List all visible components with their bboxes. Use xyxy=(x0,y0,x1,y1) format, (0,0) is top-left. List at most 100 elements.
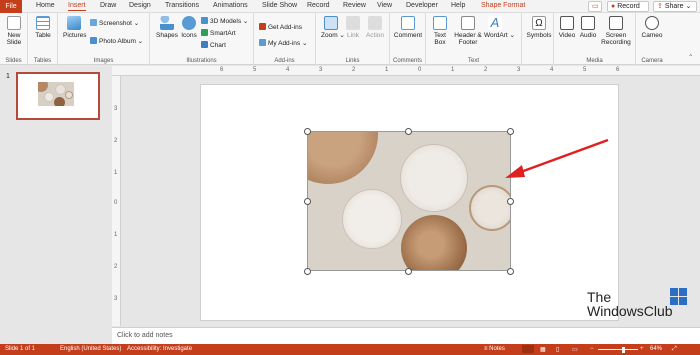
plates-picture[interactable] xyxy=(307,131,511,271)
resize-handle-ne[interactable] xyxy=(507,128,514,135)
group-label-images: Images xyxy=(93,58,114,64)
notes-toggle[interactable]: ≡ Notes xyxy=(484,346,505,352)
chart-button[interactable]: Chart xyxy=(201,41,226,49)
tab-transitions[interactable]: Transitions xyxy=(165,2,199,9)
record-label: Record xyxy=(617,3,640,10)
accessibility-status[interactable]: Accessibility: Investigate xyxy=(127,346,192,352)
link-button[interactable]: Link xyxy=(345,16,361,39)
comments-button[interactable]: ▭ xyxy=(588,1,602,12)
link-icon xyxy=(346,16,360,30)
tab-design[interactable]: Design xyxy=(129,2,151,9)
group-media: Video Audio Screen Recording Media xyxy=(554,13,636,65)
text-box-button[interactable]: Text Box xyxy=(432,16,448,46)
tab-slide-show[interactable]: Slide Show xyxy=(262,2,297,9)
normal-view-icon[interactable] xyxy=(522,345,534,353)
photo-album-button[interactable]: Photo Album ⌄ xyxy=(90,37,143,45)
reading-view-icon[interactable]: ▯ xyxy=(556,346,559,353)
screenshot-icon xyxy=(90,19,97,26)
tab-insert[interactable]: Insert xyxy=(68,2,86,11)
pictures-button[interactable]: Pictures xyxy=(63,16,86,39)
zoom-button[interactable]: Zoom ⌄ xyxy=(321,16,345,39)
cameo-button[interactable]: Cameo xyxy=(640,16,664,39)
slide-thumbnail[interactable] xyxy=(16,72,100,120)
new-slide-button[interactable]: New Slide xyxy=(4,16,24,46)
text-box-icon xyxy=(433,16,447,30)
ruler-h-label: 5 xyxy=(583,67,587,73)
resize-handle-w[interactable] xyxy=(304,198,311,205)
resize-handle-sw[interactable] xyxy=(304,268,311,275)
group-images: Pictures Screenshot ⌄ Photo Album ⌄ Imag… xyxy=(58,13,150,65)
tab-review[interactable]: Review xyxy=(343,2,366,9)
zoom-slider-thumb[interactable] xyxy=(622,347,625,353)
smartart-button[interactable]: SmartArt xyxy=(201,29,236,37)
zoom-out-icon[interactable]: − xyxy=(590,346,594,352)
fit-to-window-icon[interactable]: ⤢ xyxy=(672,346,677,353)
video-button[interactable]: Video xyxy=(558,16,576,39)
group-symbols: Ω Symbols xyxy=(522,13,554,65)
group-label-text: Text xyxy=(467,58,479,64)
zoom-slider[interactable] xyxy=(598,349,638,350)
ruler-v-label: 2 xyxy=(114,138,118,144)
action-button[interactable]: Action xyxy=(364,16,386,39)
zoom-in-icon[interactable]: + xyxy=(640,346,644,352)
status-bar: Slide 1 of 1 English (United States) Acc… xyxy=(0,344,700,355)
tab-file[interactable]: File xyxy=(0,0,22,13)
group-label-media: Media xyxy=(586,58,603,64)
symbols-button[interactable]: Ω Symbols xyxy=(525,16,553,39)
comment-button[interactable]: Comment xyxy=(393,16,423,39)
chart-icon xyxy=(201,41,208,48)
screen-recording-button[interactable]: Screen Recording xyxy=(600,16,632,46)
tab-view[interactable]: View xyxy=(377,2,392,9)
language-status[interactable]: English (United States) xyxy=(60,346,121,352)
get-addins-button[interactable]: Get Add-ins xyxy=(259,23,302,31)
icons-icon xyxy=(182,16,196,30)
tab-help[interactable]: Help xyxy=(451,2,465,9)
wordart-button[interactable]: A WordArt ⌄ xyxy=(484,16,515,40)
resize-handle-n[interactable] xyxy=(405,128,412,135)
thumbnail-image xyxy=(38,82,74,106)
tab-home[interactable]: Home xyxy=(36,2,55,9)
group-addins: Get Add-ins My Add-ins ⌄ Add-ins xyxy=(254,13,316,65)
share-button[interactable]: ⇪ Share ⌄ xyxy=(653,1,697,12)
ruler-h-label: 3 xyxy=(517,67,521,73)
group-tables: Table Tables xyxy=(28,13,58,65)
zoom-level[interactable]: 64% xyxy=(650,346,662,352)
resize-handle-nw[interactable] xyxy=(304,128,311,135)
tab-animations[interactable]: Animations xyxy=(213,2,248,9)
slide-number: 1 xyxy=(6,73,10,80)
slide-sorter-icon[interactable]: ▦ xyxy=(540,346,546,353)
tab-record[interactable]: Record xyxy=(307,2,330,9)
my-addins-button[interactable]: My Add-ins ⌄ xyxy=(259,39,307,47)
red-arrow-annotation xyxy=(505,138,609,178)
tab-shape-format[interactable]: Shape Format xyxy=(481,2,525,9)
comment-icon: ▭ xyxy=(592,3,599,10)
table-button[interactable]: Table xyxy=(34,16,52,39)
resize-handle-se[interactable] xyxy=(507,268,514,275)
tab-developer[interactable]: Developer xyxy=(406,2,438,9)
slideshow-view-icon[interactable]: ▭ xyxy=(572,346,578,353)
wordart-icon: A xyxy=(488,16,502,30)
ruler-h-label: 4 xyxy=(550,67,554,73)
collapse-ribbon-icon[interactable]: ⌃ xyxy=(688,53,693,61)
ruler-h-label: 4 xyxy=(286,67,290,73)
screenshot-button[interactable]: Screenshot ⌄ xyxy=(90,19,139,27)
ruler-v-label: 2 xyxy=(114,264,118,270)
ruler-h-label: 1 xyxy=(451,67,455,73)
audio-button[interactable]: Audio xyxy=(579,16,597,39)
ruler-h-label: 5 xyxy=(253,67,257,73)
group-label-links: Links xyxy=(345,58,360,64)
header-footer-button[interactable]: Header & Footer xyxy=(454,16,482,46)
group-label-addins: Add-ins xyxy=(274,58,295,64)
shapes-button[interactable]: Shapes xyxy=(156,16,178,39)
photo-album-icon xyxy=(90,37,97,44)
shapes-icon xyxy=(160,16,174,30)
record-button[interactable]: ● Record xyxy=(607,1,649,12)
3d-models-button[interactable]: 3D Models ⌄ xyxy=(201,17,248,25)
audio-icon xyxy=(581,16,595,30)
ruler-h-label: 6 xyxy=(616,67,620,73)
tab-draw[interactable]: Draw xyxy=(100,2,116,9)
resize-handle-e[interactable] xyxy=(507,198,514,205)
resize-handle-s[interactable] xyxy=(405,268,412,275)
notes-pane[interactable]: Click to add notes xyxy=(112,327,700,344)
icons-button[interactable]: Icons xyxy=(180,16,198,39)
